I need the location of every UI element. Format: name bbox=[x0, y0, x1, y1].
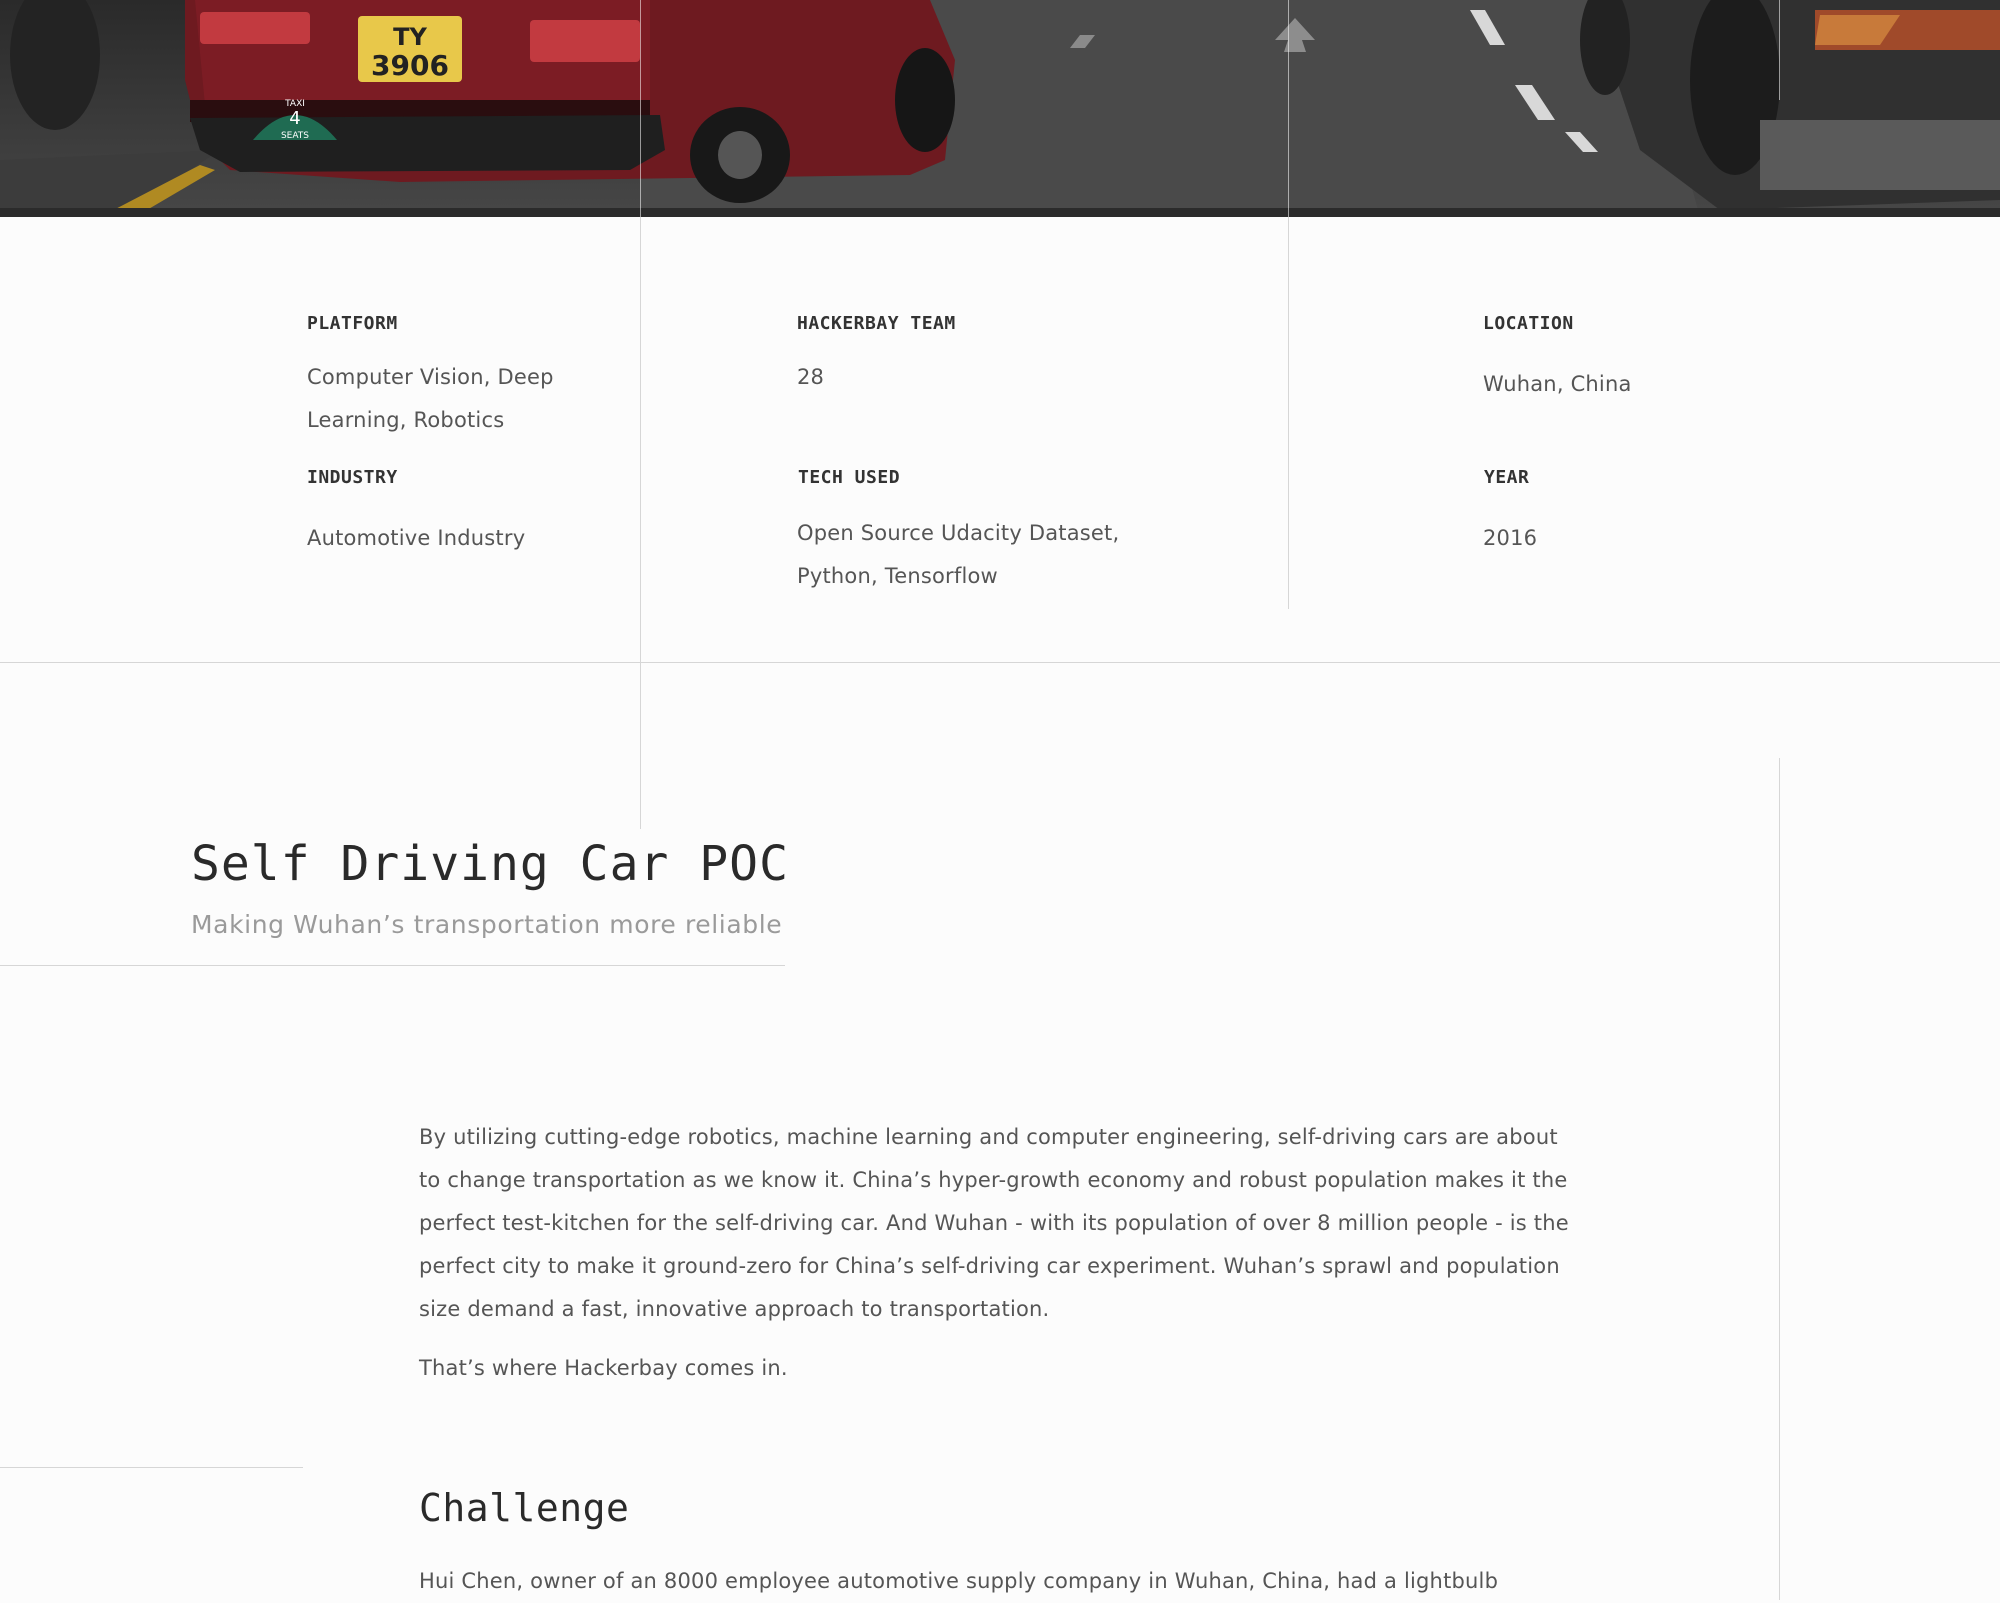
hero-bottom-edge bbox=[0, 208, 2000, 217]
info-divider bbox=[0, 662, 2000, 663]
svg-text:TY: TY bbox=[393, 23, 427, 51]
grid-line bbox=[1288, 217, 1289, 609]
year-value: 2016 bbox=[1483, 526, 1538, 550]
svg-text:SEATS: SEATS bbox=[281, 131, 309, 141]
page-title: Self Driving Car POC bbox=[191, 836, 789, 892]
location-value: Wuhan, China bbox=[1483, 372, 1632, 396]
team-label: HACKERBAY TEAM bbox=[797, 313, 956, 334]
grid-line bbox=[1779, 758, 1780, 1600]
industry-label: INDUSTRY bbox=[307, 467, 398, 488]
grid-line bbox=[640, 217, 641, 829]
tech-label: TECH USED bbox=[798, 467, 901, 488]
section-rule bbox=[0, 1467, 303, 1468]
svg-text:3906: 3906 bbox=[371, 49, 449, 82]
svg-text:4: 4 bbox=[289, 108, 300, 129]
challenge-paragraph: Hui Chen, owner of an 8000 employee auto… bbox=[419, 1569, 1499, 1593]
intro-closing-paragraph: That’s where Hackerbay comes in. bbox=[419, 1356, 788, 1380]
street-photo: TY 3906 TAXI 4 SEATS bbox=[0, 0, 2000, 217]
platform-label: PLATFORM bbox=[307, 313, 398, 334]
platform-value: Computer Vision, Deep Learning, Robotics bbox=[307, 365, 554, 432]
grid-line bbox=[1288, 0, 1289, 217]
hero-image: TY 3906 TAXI 4 SEATS bbox=[0, 0, 2000, 217]
challenge-heading: Challenge bbox=[419, 1486, 630, 1530]
tech-value: Open Source Udacity Dataset, Python, Ten… bbox=[797, 521, 1120, 588]
grid-line bbox=[640, 0, 641, 217]
title-underline bbox=[0, 965, 785, 966]
industry-value: Automotive Industry bbox=[307, 526, 526, 550]
grid-line bbox=[1779, 0, 1780, 100]
team-value: 28 bbox=[797, 365, 825, 389]
location-label: LOCATION bbox=[1483, 313, 1574, 334]
intro-paragraph: By utilizing cutting-edge robotics, mach… bbox=[419, 1125, 1569, 1321]
year-label: YEAR bbox=[1484, 467, 1530, 488]
page-subtitle: Making Wuhan’s transportation more relia… bbox=[191, 910, 783, 939]
